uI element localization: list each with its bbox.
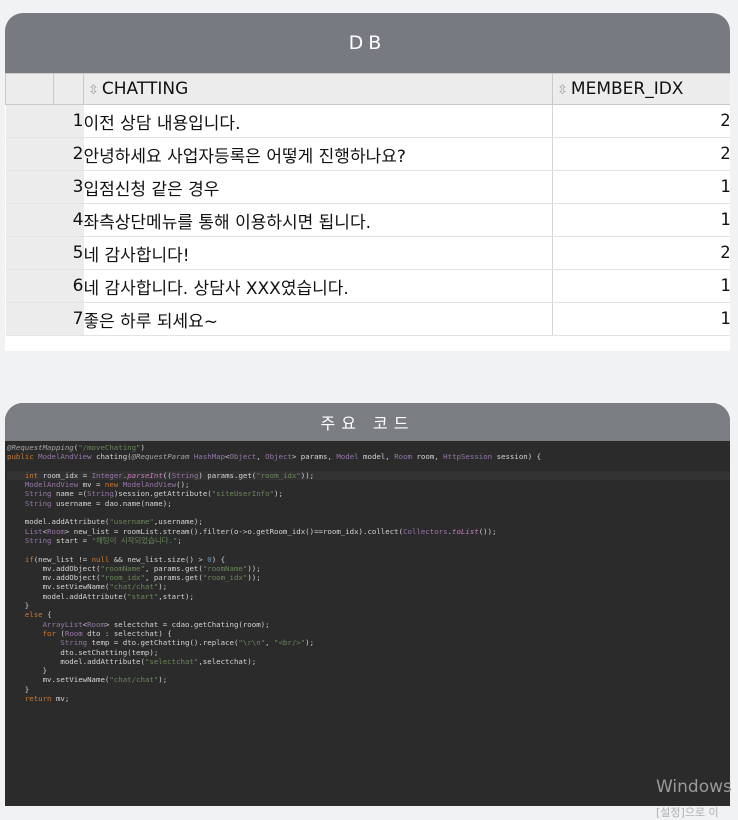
code-line: } [7, 666, 48, 676]
table-row[interactable]: 4 좌측상단메뉴를 통해 이용하시면 됩니다. 1 [5, 203, 730, 237]
row-number: 6 [53, 269, 84, 303]
row-number: 1 [53, 104, 84, 138]
cell-chatting[interactable]: 입점신청 같은 경우 [83, 170, 553, 204]
table-row[interactable]: 6 네 감사합니다. 상담사 XXX였습니다. 1 [5, 269, 730, 303]
code-line: ​ [7, 545, 730, 554]
row-gutter [5, 269, 54, 303]
code-line: } [7, 601, 30, 611]
row-number: 7 [53, 302, 84, 336]
row-gutter [5, 302, 54, 336]
db-panel-title: DB [5, 13, 730, 73]
sort-icon[interactable]: ⇳ [557, 83, 568, 98]
cell-member-idx[interactable]: 1 [552, 302, 730, 336]
cell-chatting[interactable]: 좌측상단메뉴를 통해 이용하시면 됩니다. [83, 203, 553, 237]
cell-member-idx[interactable]: 2 [552, 104, 730, 138]
code-line: ​ [7, 508, 730, 517]
row-gutter [5, 203, 54, 237]
code-line: @RequestMapping("/moveChating") [7, 443, 145, 452]
windows-activation-subtext: [설정]으로 이 [656, 806, 719, 819]
code-line: mv.setViewName("chat/chat"); [7, 582, 168, 592]
code-line: int room_idx = Integer.parseInt((String)… [7, 470, 730, 481]
table-row[interactable]: 7 좋은 하루 되세요~ 1 [5, 302, 730, 336]
code-line: mv.addObject("roomName", params.get("roo… [7, 563, 261, 573]
cell-chatting[interactable]: 네 감사합니다! [83, 236, 553, 270]
code-line: String temp = dto.getChatting().replace(… [60, 638, 315, 648]
column-label: MEMBER_IDX [570, 79, 684, 99]
table-row[interactable]: 1 이전 상담 내용입니다. 2 [5, 104, 730, 138]
code-line: } [7, 684, 30, 694]
code-line: List<Room> new_list = roomList.stream().… [24, 526, 497, 536]
column-label: CHATTING [101, 79, 189, 99]
code-line: return mv; [24, 694, 70, 704]
cell-member-idx[interactable]: 1 [552, 269, 730, 303]
table-row[interactable]: 3 입점신청 같은 경우 1 [5, 170, 730, 204]
code-line: String start = "채팅이 시작되었습니다."; [24, 535, 182, 545]
db-result-grid: ⇳ CHATTING ⇳ MEMBER_IDX 1 이전 상담 내용입니다. 2 2… [5, 73, 730, 336]
cell-member-idx[interactable]: 1 [552, 203, 730, 237]
code-line: mv.addObject("room_idx", params.get("roo… [7, 573, 261, 583]
code-line: ArrayList<Room> selectchat = cdao.getCha… [42, 619, 270, 629]
table-row[interactable]: 2 안녕하세요 사업자등록은 어떻게 진행하나요? 2 [5, 137, 730, 171]
code-panel: 주요 코드 @RequestMapping("/moveChating") pub… [5, 403, 730, 806]
table-row[interactable]: 5 네 감사합니다! 2 [5, 236, 730, 270]
code-line: else { [24, 610, 52, 620]
row-number: 5 [53, 236, 84, 270]
column-header-chatting[interactable]: ⇳ CHATTING [83, 73, 553, 105]
code-line: mv.setViewName("chat/chat"); [7, 675, 168, 685]
code-editor[interactable]: @RequestMapping("/moveChating") public Mo… [5, 441, 730, 703]
code-panel-title: 주요 코드 [5, 403, 730, 441]
cell-member-idx[interactable]: 2 [552, 236, 730, 270]
code-line: model.addAttribute("selectchat",selectch… [7, 656, 257, 666]
windows-activation-watermark: Windows [656, 777, 732, 797]
code-line: dto.setChatting(temp); [7, 647, 159, 657]
grid-rownum-header [53, 73, 84, 105]
grid-header-row: ⇳ CHATTING ⇳ MEMBER_IDX [5, 73, 730, 105]
row-gutter [5, 170, 54, 204]
row-number: 2 [53, 137, 84, 171]
column-header-member-idx[interactable]: ⇳ MEMBER_IDX [552, 73, 730, 105]
grid-corner [5, 73, 54, 105]
code-line: String name =(String)session.getAttribut… [24, 489, 283, 499]
code-line: model.addAttribute("username",username); [7, 517, 203, 527]
row-gutter [5, 137, 54, 171]
row-gutter [5, 104, 54, 138]
row-number: 4 [53, 203, 84, 237]
cell-member-idx[interactable]: 1 [552, 170, 730, 204]
code-line: ModelAndView mv = new ModelAndView(); [24, 480, 190, 490]
db-panel: DB ⇳ CHATTING ⇳ MEMBER_IDX 1 이전 상담 내용입니다… [5, 13, 730, 351]
sort-icon[interactable]: ⇳ [88, 83, 99, 98]
row-gutter [5, 236, 54, 270]
code-line: ​ [7, 462, 730, 471]
cell-member-idx[interactable]: 2 [552, 137, 730, 171]
cell-chatting[interactable]: 네 감사합니다. 상담사 XXX였습니다. [83, 269, 553, 303]
code-line: for (Room dto : selectchat) { [42, 628, 172, 638]
code-line: String username = dao.name(name); [24, 498, 172, 508]
cell-chatting[interactable]: 이전 상담 내용입니다. [83, 104, 553, 138]
cell-chatting[interactable]: 좋은 하루 되세요~ [83, 302, 553, 336]
cell-chatting[interactable]: 안녕하세요 사업자등록은 어떻게 진행하나요? [83, 137, 553, 171]
code-line: if(new_list != null && new_list.size() >… [24, 554, 226, 564]
row-number: 3 [53, 170, 84, 204]
code-line: model.addAttribute("start",start); [7, 591, 194, 601]
code-line: public ModelAndView chating(@RequestPara… [7, 452, 542, 462]
